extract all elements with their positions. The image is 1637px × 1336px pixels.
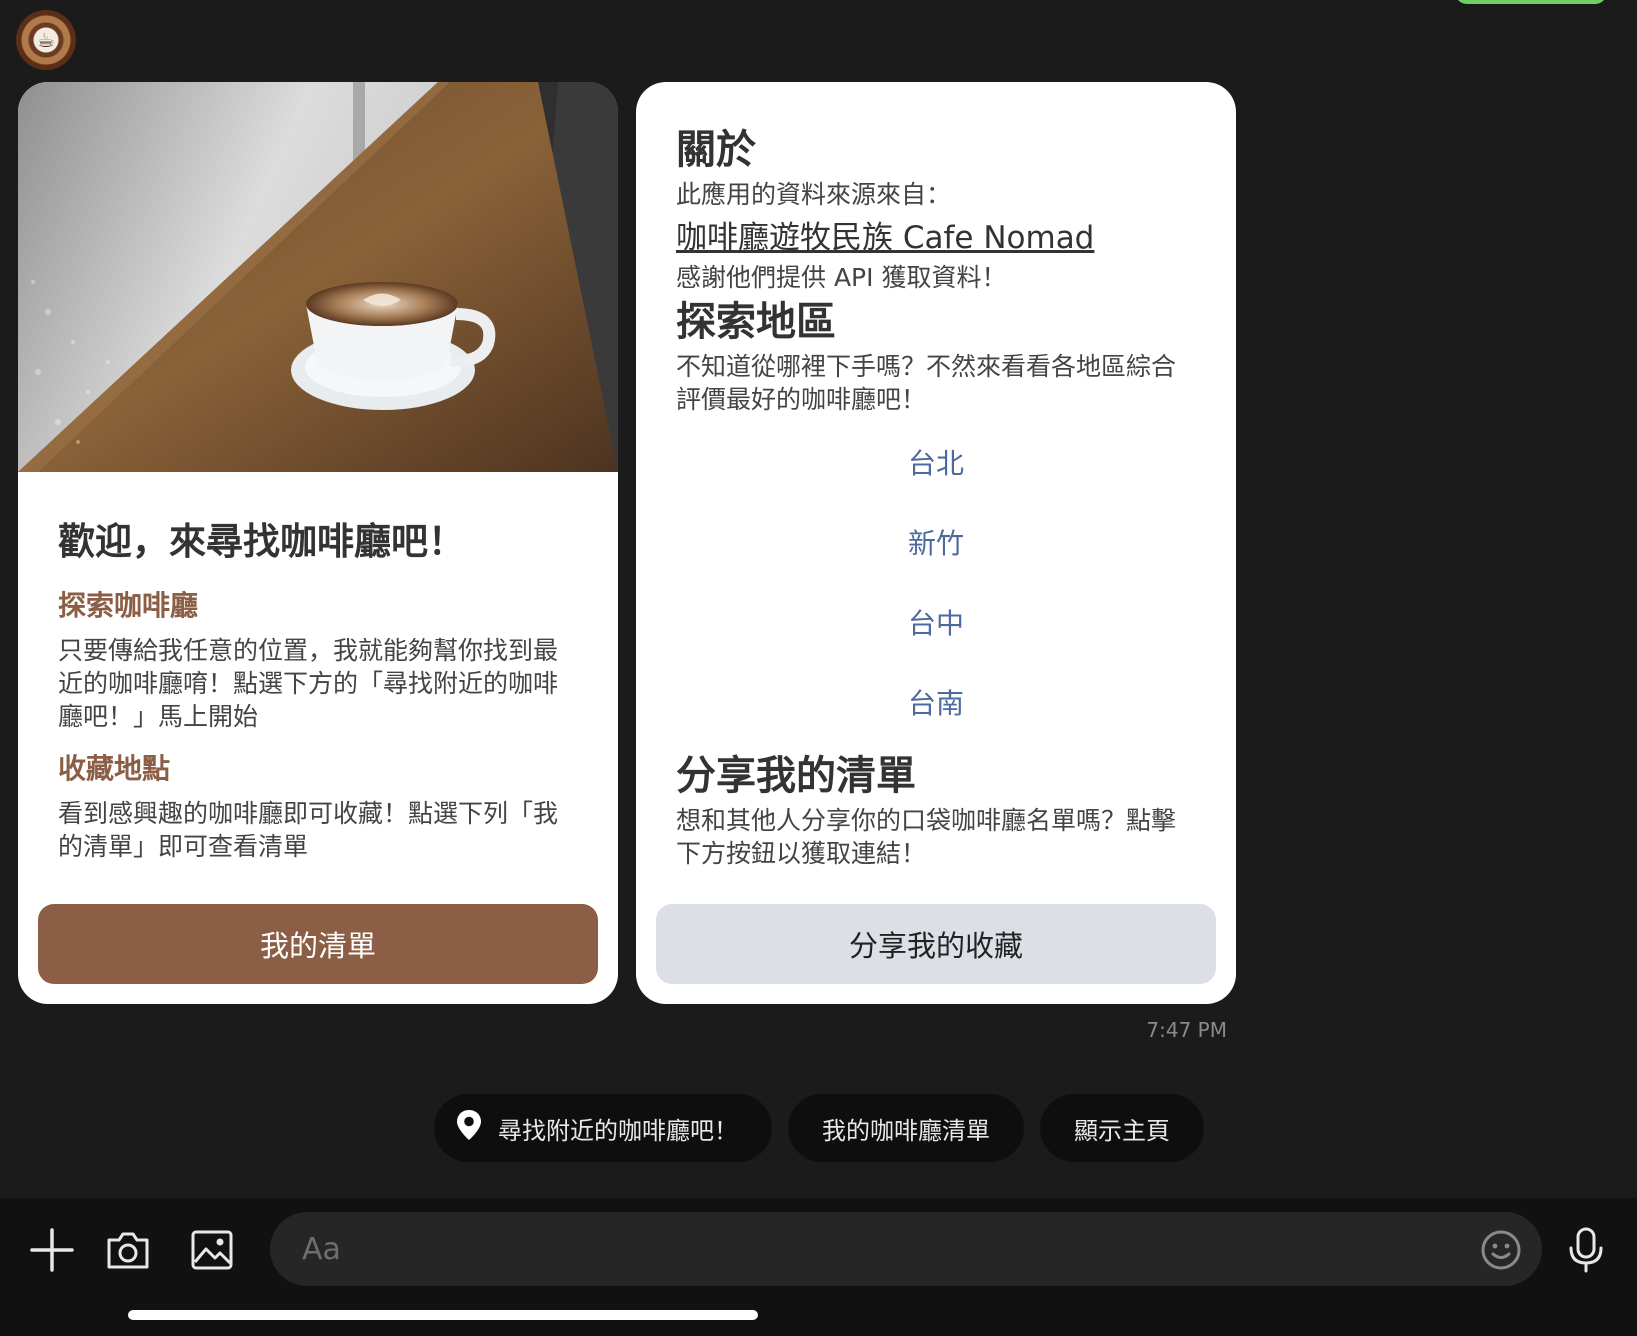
quick-reply-my-cafe-list[interactable]: 我的咖啡廳清單 xyxy=(788,1094,1024,1162)
quick-reply-show-home[interactable]: 顯示主頁 xyxy=(1040,1094,1204,1162)
source-intro: 此應用的資料來源來自： xyxy=(676,180,952,209)
explore-cafes-text: 只要傳給我任意的位置，我就能夠幫你找到最近的咖啡廳唷！點選下方的「尋找附近的咖啡… xyxy=(58,636,559,731)
about-heading: 關於 xyxy=(676,128,756,172)
favorites-heading: 收藏地點 xyxy=(58,752,171,785)
location-pin-icon xyxy=(454,1108,484,1148)
region-link-taichung[interactable]: 台中 xyxy=(676,584,1196,664)
user-message-bubble-edge xyxy=(1455,0,1607,4)
message-input[interactable] xyxy=(302,1231,1452,1267)
message-timestamp: 7:47 PM xyxy=(1146,1018,1227,1042)
home-indicator xyxy=(128,1310,758,1320)
emoji-icon[interactable] xyxy=(1480,1229,1522,1271)
bot-avatar[interactable]: ☕ xyxy=(16,10,76,70)
image-icon[interactable] xyxy=(188,1226,236,1274)
coffee-cup-icon: ☕ xyxy=(37,28,55,52)
camera-icon[interactable] xyxy=(104,1226,152,1274)
welcome-title: 歡迎，來尋找咖啡廳吧！ xyxy=(58,521,465,562)
microphone-icon[interactable] xyxy=(1562,1226,1610,1274)
explore-regions-heading: 探索地區 xyxy=(676,300,836,344)
quick-reply-bar: 尋找附近的咖啡廳吧！ 我的咖啡廳清單 顯示主頁 xyxy=(434,1094,1204,1162)
message-composer xyxy=(0,1198,1637,1336)
region-link-hsinchu[interactable]: 新竹 xyxy=(676,504,1196,584)
plus-icon[interactable] xyxy=(28,1226,76,1274)
quick-reply-label: 顯示主頁 xyxy=(1074,1116,1170,1145)
coffee-hero-image xyxy=(18,82,618,472)
quick-reply-label: 尋找附近的咖啡廳吧！ xyxy=(498,1116,738,1145)
cafe-nomad-link[interactable]: 咖啡廳遊牧民族 Cafe Nomad xyxy=(676,215,1094,261)
favorites-text: 看到感興趣的咖啡廳即可收藏！點選下列「我的清單」即可查看清單 xyxy=(58,799,559,861)
thanks-text: 感謝他們提供 API 獲取資料！ xyxy=(676,263,1007,292)
my-list-button[interactable]: 我的清單 xyxy=(38,904,598,984)
chat-screen: ☕ 歡迎，來尋找咖啡廳吧！ 探索咖啡廳 只要傳給我任意的位置，我就能夠幫你找到最… xyxy=(0,0,1637,1336)
region-list: 台北 新竹 台中 台南 xyxy=(676,424,1196,744)
message-input-box[interactable] xyxy=(270,1212,1542,1286)
region-link-taipei[interactable]: 台北 xyxy=(676,424,1196,504)
share-list-heading: 分享我的清單 xyxy=(676,754,916,798)
welcome-body: 歡迎，來尋找咖啡廳吧！ 探索咖啡廳 只要傳給我任意的位置，我就能夠幫你找到最近的… xyxy=(58,512,578,863)
share-favorites-button[interactable]: 分享我的收藏 xyxy=(656,904,1216,984)
quick-reply-find-nearby[interactable]: 尋找附近的咖啡廳吧！ xyxy=(434,1094,772,1162)
about-card: 關於 此應用的資料來源來自： 咖啡廳遊牧民族 Cafe Nomad 感謝他們提供… xyxy=(636,82,1236,1004)
quick-reply-label: 我的咖啡廳清單 xyxy=(822,1116,990,1145)
welcome-card: 歡迎，來尋找咖啡廳吧！ 探索咖啡廳 只要傳給我任意的位置，我就能夠幫你找到最近的… xyxy=(18,82,618,1004)
region-link-tainan[interactable]: 台南 xyxy=(676,664,1196,744)
about-body: 關於 此應用的資料來源來自： 咖啡廳遊牧民族 Cafe Nomad 感謝他們提供… xyxy=(676,122,1196,870)
explore-cafes-heading: 探索咖啡廳 xyxy=(58,589,199,622)
explore-regions-text: 不知道從哪裡下手嗎？不然來看看各地區綜合評價最好的咖啡廳吧！ xyxy=(676,352,1177,414)
share-list-text: 想和其他人分享你的口袋咖啡廳名單嗎？點擊下方按鈕以獲取連結！ xyxy=(676,806,1177,868)
